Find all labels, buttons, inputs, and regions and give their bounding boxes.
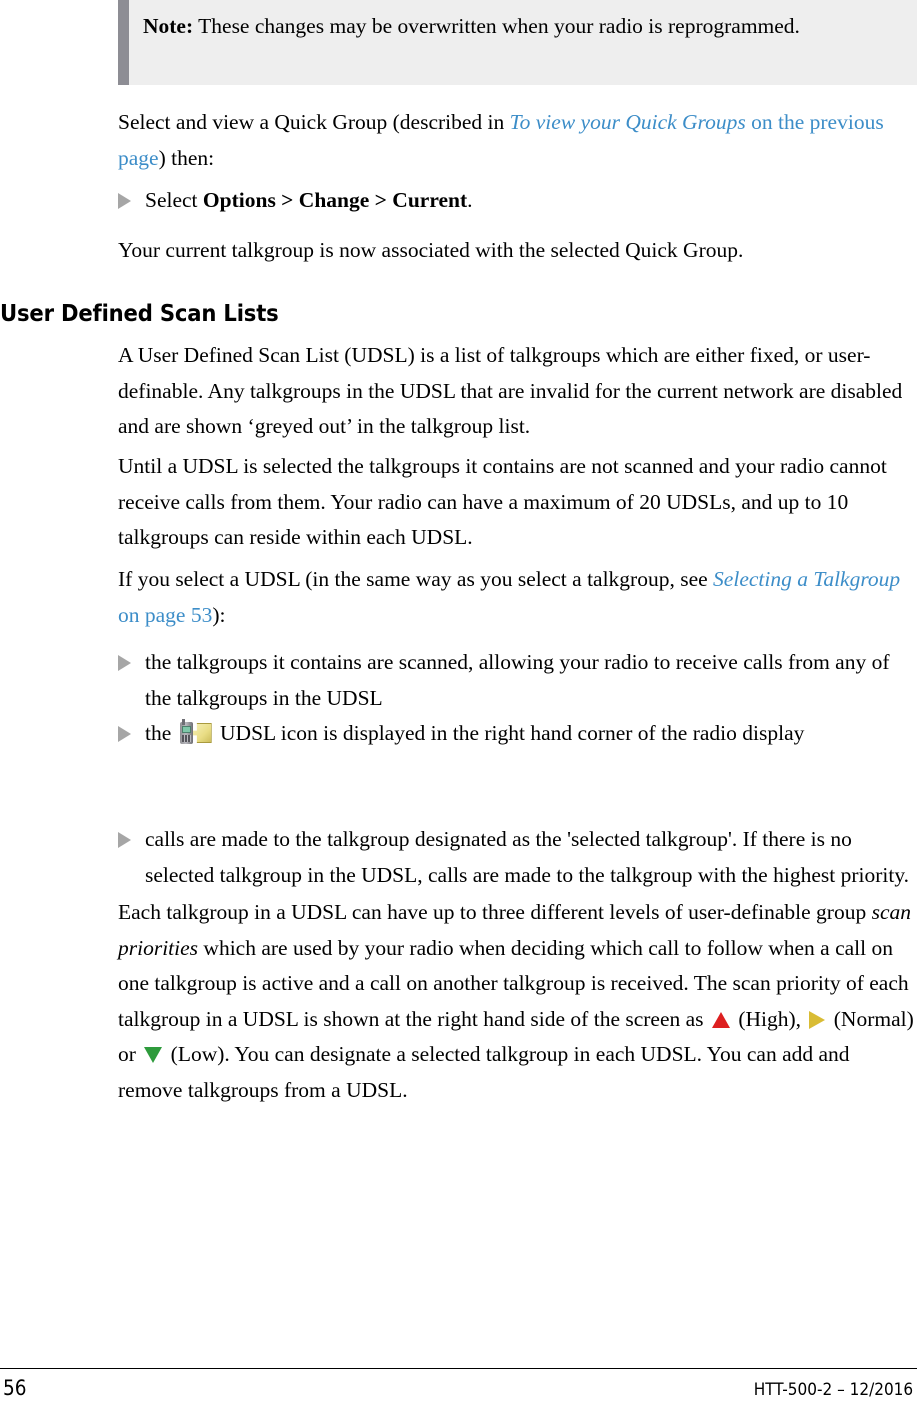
link-to-view-quick-groups[interactable]: To view your Quick Groups [510, 110, 746, 134]
udsl-radio-folder-icon [179, 719, 213, 745]
folder-icon [191, 723, 212, 743]
triangle-bullet-icon [118, 193, 131, 209]
keypad-icon [181, 735, 191, 742]
document-page: Note: These changes may be overwritten w… [0, 0, 917, 1407]
link-selecting-a-talkgroup[interactable]: Selecting a Talkgroup [713, 567, 900, 591]
list-item-text: Select Options > Change > Current. [145, 183, 917, 219]
note-accent-bar [118, 0, 129, 85]
note-text: Note: These changes may be overwritten w… [143, 9, 898, 44]
triangle-bullet-icon [118, 832, 131, 848]
list-item-text: the UDSL icon is displayed in the right … [145, 716, 917, 752]
priority-high-up-triangle-icon [711, 1011, 730, 1028]
bullet2-pre: the [145, 721, 177, 745]
note-body: These changes may be overwritten when yo… [198, 14, 800, 38]
note-callout: Note: These changes may be overwritten w… [118, 0, 917, 85]
list-item-udsl-icon-displayed: the UDSL icon is displayed in the right … [118, 716, 917, 752]
priority-low-down-triangle-icon [144, 1047, 163, 1063]
step-pre: Select [145, 188, 203, 212]
select-pre: If you select a UDSL (in the same way as… [118, 567, 714, 591]
footer-divider [0, 1368, 917, 1369]
intro-text-pre: Select and view a Quick Group (described… [118, 110, 510, 134]
list-item-text: the talkgroups it contains are scanned, … [145, 650, 890, 710]
priorities-low-label: (Low). You can designate a selected talk… [118, 1042, 850, 1102]
step-menu-path: Options > Change > Current [202, 188, 468, 212]
triangle-bullet-icon [118, 726, 131, 742]
footer-page-number: 56 [3, 1376, 27, 1400]
bullet2-post: UDSL icon is displayed in the right hand… [214, 721, 805, 745]
radio-handset-icon [179, 719, 193, 744]
intro-text-post: ) then: [158, 145, 215, 170]
paragraph-udsl-definition: A User Defined Scan List (UDSL) is a lis… [118, 343, 903, 438]
list-item-text: calls are made to the talkgroup designat… [145, 827, 910, 887]
antenna-icon [181, 719, 185, 725]
select-post: ): [212, 602, 226, 627]
radio-screen-icon [181, 726, 191, 733]
priorities-text-1: Each talkgroup in a UDSL can have up to … [118, 900, 872, 924]
link-selecting-a-talkgroup-page[interactable]: on page 53 [118, 603, 212, 627]
paragraph-association: Your current talkgroup is now associated… [118, 238, 744, 262]
priority-normal-right-triangle-icon [809, 1010, 826, 1029]
list-item-scanned-talkgroups: the talkgroups it contains are scanned, … [118, 645, 917, 716]
paragraph-intro: Select and view a Quick Group (described… [118, 105, 917, 176]
list-item-selected-talkgroup-calls: calls are made to the talkgroup designat… [118, 822, 917, 893]
triangle-bullet-icon [118, 655, 131, 671]
paragraph-if-you-select-udsl: If you select a UDSL (in the same way as… [118, 562, 917, 633]
paragraph-scan-priorities: Each talkgroup in a UDSL can have up to … [118, 895, 917, 1108]
list-item-step-select-options: Select Options > Change > Current. [118, 183, 917, 219]
footer-document-id: HTT-500-2 – 12/2016 [753, 1380, 913, 1400]
paragraph-udsl-until-selected: Until a UDSL is selected the talkgroups … [118, 454, 887, 549]
page-title-user-defined-scan-lists: User Defined Scan Lists [0, 301, 279, 327]
note-label: Note: [143, 14, 194, 38]
step-post: . [467, 188, 473, 212]
priorities-high-label: (High), [732, 1006, 807, 1031]
